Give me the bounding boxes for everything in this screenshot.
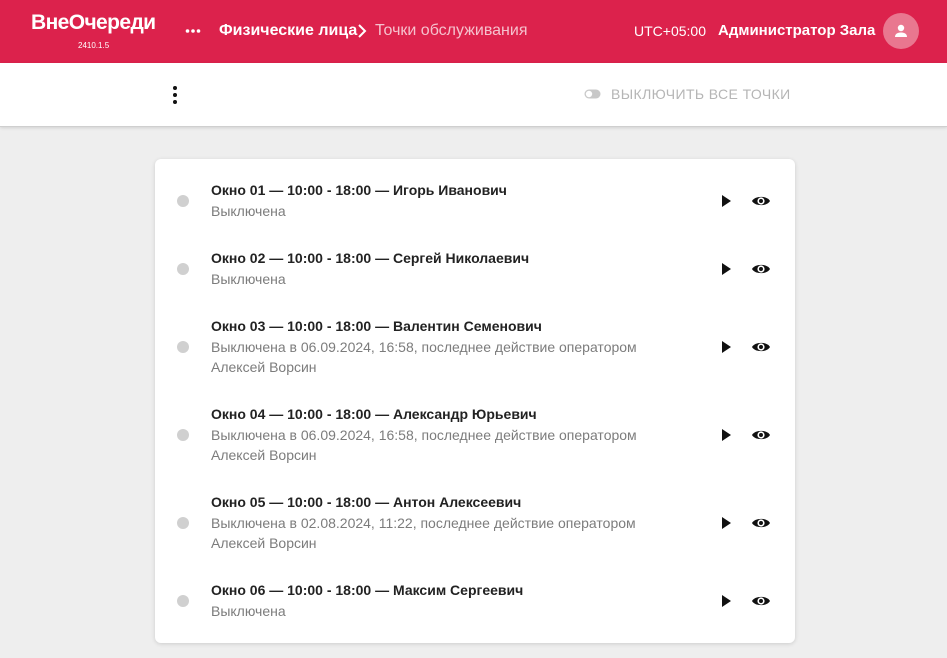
app-header: ВнеОчереди 2410.1.5 Физические лица Точк… — [0, 0, 947, 63]
points-toolbar: ВЫКЛЮЧИТЬ ВСЕ ТОЧКИ — [0, 63, 947, 127]
person-icon — [895, 24, 907, 37]
play-icon[interactable] — [718, 261, 734, 277]
breadcrumb-parent[interactable]: Физические лица — [219, 22, 357, 40]
status-indicator — [177, 263, 189, 275]
point-title: Окно 04 — 10:00 - 18:00 — Александр Юрье… — [211, 406, 537, 422]
timezone-label: UTC+05:00 — [634, 23, 706, 39]
app-logo[interactable]: ВнеОчереди — [31, 11, 156, 35]
more-vert-icon[interactable] — [166, 83, 184, 107]
point-status: Выключена — [211, 203, 286, 219]
point-status: Выключена в 06.09.2024, 16:58, последнее… — [211, 339, 637, 355]
play-icon[interactable] — [718, 515, 734, 531]
point-status: Выключена в 02.08.2024, 11:22, последнее… — [211, 515, 636, 531]
play-icon[interactable] — [718, 193, 734, 209]
service-points-list: Окно 01 — 10:00 - 18:00 — Игорь Иванович… — [155, 159, 795, 643]
play-icon[interactable] — [718, 427, 734, 443]
chevron-right-icon — [356, 22, 368, 40]
app-version: 2410.1.5 — [78, 41, 110, 50]
eye-icon[interactable] — [751, 427, 771, 443]
user-name[interactable]: Администратор Зала — [718, 22, 875, 39]
eye-icon[interactable] — [751, 515, 771, 531]
point-status: Выключена — [211, 603, 286, 619]
eye-icon[interactable] — [751, 193, 771, 209]
status-indicator — [177, 341, 189, 353]
point-title: Окно 01 — 10:00 - 18:00 — Игорь Иванович — [211, 182, 507, 198]
eye-icon[interactable] — [751, 593, 771, 609]
more-horiz-icon[interactable] — [185, 21, 201, 41]
point-title: Окно 06 — 10:00 - 18:00 — Максим Сергеев… — [211, 582, 524, 598]
play-icon[interactable] — [718, 593, 734, 609]
point-title: Окно 05 — 10:00 - 18:00 — Антон Алексеев… — [211, 494, 522, 510]
eye-icon[interactable] — [751, 339, 771, 355]
toggle-off-icon — [584, 89, 601, 99]
eye-icon[interactable] — [751, 261, 771, 277]
point-status: Выключена в 06.09.2024, 16:58, последнее… — [211, 427, 637, 443]
disable-all-points-label: ВЫКЛЮЧИТЬ ВСЕ ТОЧКИ — [611, 86, 791, 102]
status-indicator — [177, 595, 189, 607]
point-status: Выключена — [211, 271, 286, 287]
disable-all-points-button[interactable]: ВЫКЛЮЧИТЬ ВСЕ ТОЧКИ — [584, 86, 791, 102]
play-icon[interactable] — [718, 339, 734, 355]
point-operator: Алексей Ворсин — [211, 535, 317, 551]
point-operator: Алексей Ворсин — [211, 447, 317, 463]
breadcrumb-current: Точки обслуживания — [375, 22, 528, 39]
point-operator: Алексей Ворсин — [211, 359, 317, 375]
user-avatar-button[interactable] — [883, 13, 919, 49]
status-indicator — [177, 517, 189, 529]
status-indicator — [177, 195, 189, 207]
point-title: Окно 03 — 10:00 - 18:00 — Валентин Семен… — [211, 318, 542, 334]
point-title: Окно 02 — 10:00 - 18:00 — Сергей Николае… — [211, 250, 530, 266]
status-indicator — [177, 429, 189, 441]
